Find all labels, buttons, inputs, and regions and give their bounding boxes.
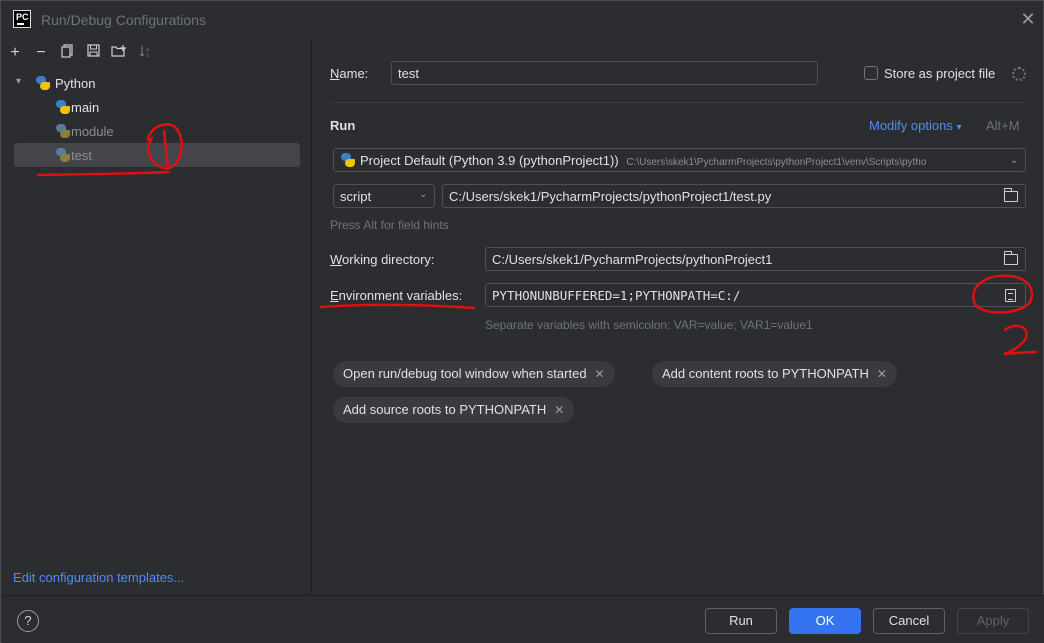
- sort-icon[interactable]: az: [136, 44, 154, 62]
- edit-env-vars-icon[interactable]: [1005, 289, 1016, 302]
- interpreter-path-text: C:\Users\skek1\PycharmProjects\pythonPro…: [626, 157, 927, 168]
- apply-button[interactable]: Apply: [957, 608, 1029, 634]
- option-chip-source-roots[interactable]: Add source roots to PYTHONPATH ✕: [333, 397, 575, 423]
- configuration-form: Name: test Store as project file Run Mod…: [313, 39, 1044, 595]
- tree-item-test[interactable]: test: [14, 143, 300, 167]
- run-section-heading: Run: [330, 118, 356, 133]
- configurations-sidebar: + − az ▾ Python main module test Edit co…: [2, 39, 312, 595]
- close-icon[interactable]: ✕: [554, 403, 564, 417]
- chevron-down-icon: ▾: [956, 122, 962, 133]
- store-as-project-file-checkbox[interactable]: [864, 66, 878, 80]
- sidebar-toolbar: + − az: [2, 39, 312, 67]
- folder-icon[interactable]: [1004, 251, 1018, 265]
- store-as-project-file-label: Store as project file: [884, 66, 996, 81]
- interpreter-select[interactable]: Project Default (Python 3.9 (pythonProje…: [333, 148, 1026, 172]
- cancel-button[interactable]: Cancel: [873, 608, 945, 634]
- chip-label: Add content roots to PYTHONPATH: [662, 366, 869, 381]
- pycharm-logo-icon: PC: [13, 10, 31, 28]
- tree-item-main[interactable]: main: [14, 95, 300, 119]
- folder-add-icon[interactable]: [110, 44, 128, 62]
- add-icon[interactable]: +: [6, 44, 24, 62]
- modify-options-label: Modify options: [869, 118, 953, 133]
- dialog-button-bar: ? Run OK Cancel Apply: [2, 595, 1044, 643]
- tree-group-python[interactable]: ▾ Python: [14, 71, 300, 95]
- folder-icon[interactable]: [1004, 188, 1018, 202]
- copy-icon[interactable]: [58, 44, 76, 62]
- option-chip-content-roots[interactable]: Add content roots to PYTHONPATH ✕: [652, 361, 897, 387]
- working-directory-input[interactable]: C:/Users/skek1/PycharmProjects/pythonPro…: [485, 247, 1026, 271]
- tree-item-label: test: [71, 148, 92, 163]
- option-chip-open-tool-window[interactable]: Open run/debug tool window when started ✕: [333, 361, 615, 387]
- working-directory-label: Working directory:: [330, 252, 435, 267]
- help-button[interactable]: ?: [17, 610, 39, 632]
- python-icon: [56, 124, 70, 138]
- chevron-down-icon[interactable]: ⌄: [1010, 155, 1018, 166]
- interpreter-main-text: Project Default (Python 3.9 (pythonProje…: [360, 153, 619, 168]
- run-debug-dialog: PC Run/Debug Configurations ✕ + − az ▾ P…: [0, 0, 1044, 643]
- chevron-down-icon[interactable]: ⌄: [419, 189, 427, 200]
- close-icon[interactable]: ✕: [595, 367, 605, 381]
- python-icon: [56, 148, 70, 162]
- svg-text:z: z: [146, 53, 149, 58]
- modify-options-shortcut: Alt+M: [986, 118, 1020, 133]
- chevron-down-icon[interactable]: ▾: [16, 76, 28, 88]
- edit-configuration-templates-link[interactable]: Edit configuration templates...: [13, 570, 184, 585]
- window-title: Run/Debug Configurations: [41, 12, 206, 28]
- environment-variables-label: Environment variables:: [330, 288, 463, 303]
- close-icon[interactable]: ✕: [1019, 10, 1037, 28]
- run-button[interactable]: Run: [705, 608, 777, 634]
- gear-icon[interactable]: [1012, 67, 1026, 81]
- python-icon: [36, 76, 50, 90]
- separator: [330, 102, 1026, 103]
- modify-options-link[interactable]: Modify options ▾: [869, 118, 961, 133]
- environment-variables-input[interactable]: PYTHONUNBUFFERED=1;PYTHONPATH=C:/: [485, 283, 1026, 307]
- title-bar: PC Run/Debug Configurations ✕: [1, 1, 1043, 39]
- ok-button[interactable]: OK: [789, 608, 861, 634]
- tree-item-module[interactable]: module: [14, 119, 300, 143]
- name-input[interactable]: test: [391, 61, 818, 85]
- tree-item-label: main: [71, 100, 100, 115]
- env-vars-hint: Separate variables with semicolon: VAR=v…: [485, 318, 813, 332]
- name-label: Name:: [330, 66, 369, 81]
- python-icon: [341, 153, 355, 167]
- field-hint: Press Alt for field hints: [330, 218, 449, 232]
- save-icon[interactable]: [84, 44, 102, 62]
- tree-group-label: Python: [55, 76, 96, 91]
- chip-label: Add source roots to PYTHONPATH: [343, 402, 547, 417]
- tree-item-label: module: [71, 124, 114, 139]
- remove-icon[interactable]: −: [32, 44, 50, 62]
- script-path-input[interactable]: C:/Users/skek1/PycharmProjects/pythonPro…: [442, 184, 1026, 208]
- python-icon: [56, 100, 70, 114]
- chip-label: Open run/debug tool window when started: [343, 366, 587, 381]
- close-icon[interactable]: ✕: [877, 367, 887, 381]
